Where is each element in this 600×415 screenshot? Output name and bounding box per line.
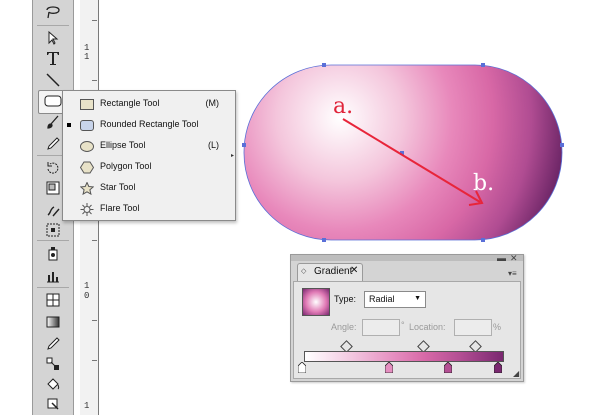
collapse-icon[interactable]: ▬ [497,253,506,263]
color-stop[interactable] [385,362,393,373]
color-stop[interactable] [494,362,502,373]
chevron-down-icon: ▼ [414,295,421,302]
tearoff-arrow-icon[interactable]: ▸ [231,152,234,159]
anchor-point[interactable] [481,63,485,67]
flyout-item-label: Rectangle Tool [100,98,160,108]
rectangle-icon [79,97,95,111]
gradient-panel: ▬ ✕ ◇ Gradient ✕ ▾≡ Type: Radial ▼ Angle… [290,253,524,382]
color-stop[interactable] [298,362,306,373]
ellipse-icon [79,139,95,153]
gradient-slider-bar[interactable] [304,351,504,362]
flyout-item-star-tool[interactable]: Star Tool [63,178,231,198]
selected-bullet [67,123,71,127]
percent-unit: % [493,322,502,332]
color-stop[interactable] [444,362,452,373]
anchor-point[interactable] [322,63,326,67]
shape-tools-flyout: Rectangle Tool (M) Rounded Rectangle Too… [62,90,236,221]
anchor-point[interactable] [560,143,564,147]
close-icon[interactable]: ✕ [510,253,518,264]
rounded-rectangle-icon [79,118,95,132]
resize-grip-icon[interactable]: ◢ [513,369,519,378]
expand-options-icon[interactable]: ◇ [301,267,306,275]
flyout-item-shortcut: (L) [208,140,219,150]
tab-close-icon[interactable]: ✕ [350,265,358,276]
type-value: Radial [369,294,395,304]
flyout-item-ellipse-tool[interactable]: Ellipse Tool (L) [63,136,231,156]
anchor-point[interactable] [322,238,326,242]
degree-unit: ° [401,320,405,330]
gradient-preview-swatch[interactable] [302,288,330,316]
panel-body: Type: Radial ▼ Angle: ° Location: % [293,281,521,379]
flyout-item-shortcut: (M) [205,98,220,108]
gradient-type-select[interactable]: Radial ▼ [364,291,426,308]
tab-gradient[interactable]: ◇ Gradient ✕ [297,263,363,281]
polygon-icon [79,160,95,174]
angle-field[interactable] [362,319,400,336]
type-label: Type: [334,294,357,304]
flyout-item-rounded-rectangle-tool[interactable]: Rounded Rectangle Tool [63,115,231,135]
flare-icon [79,202,95,216]
flyout-item-polygon-tool[interactable]: Polygon Tool [63,157,231,177]
label-b: b. [473,171,494,196]
location-label: Location: [409,322,446,332]
flyout-item-label: Ellipse Tool [100,140,146,150]
flyout-item-label: Rounded Rectangle Tool [100,119,199,129]
anchor-point[interactable] [481,238,485,242]
anchor-point[interactable] [242,143,246,147]
star-icon [79,181,95,195]
label-a: a. [333,94,353,119]
angle-label: Angle: [331,322,357,332]
panel-titlebar[interactable] [291,255,523,261]
panel-menu-icon[interactable]: ▾≡ [508,269,517,278]
flyout-item-rectangle-tool[interactable]: Rectangle Tool (M) [63,94,231,114]
tab-label: Gradient [314,266,353,277]
flyout-item-label: Polygon Tool [100,161,152,171]
location-field[interactable] [454,319,492,336]
flyout-item-flare-tool[interactable]: Flare Tool [63,199,231,219]
flyout-item-label: Flare Tool [100,203,140,213]
flyout-item-label: Star Tool [100,182,136,192]
